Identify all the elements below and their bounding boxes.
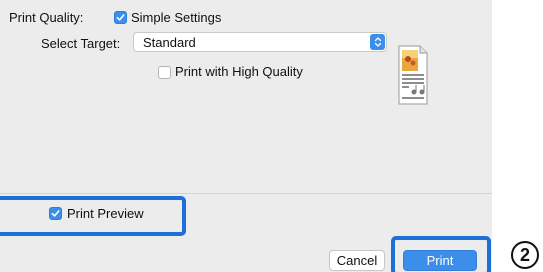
print-preview-highlight: [0, 196, 186, 236]
updown-chevron-icon[interactable]: [370, 34, 385, 50]
select-target-label: Select Target:: [41, 36, 121, 51]
high-quality-label[interactable]: Print with High Quality: [175, 64, 303, 79]
step-number-marker: 2: [511, 241, 539, 269]
print-button-highlight: [391, 236, 491, 272]
divider: [0, 193, 492, 194]
cancel-button[interactable]: Cancel: [329, 250, 385, 271]
simple-settings-checkbox[interactable]: [114, 11, 127, 24]
simple-settings-label[interactable]: Simple Settings: [131, 10, 221, 25]
checkmark-icon: [116, 14, 125, 21]
paper-preview-icon: [398, 45, 428, 105]
high-quality-checkbox[interactable]: [158, 66, 171, 79]
select-target-value: Standard: [143, 35, 196, 50]
print-quality-label: Print Quality:: [9, 10, 84, 25]
select-target-dropdown[interactable]: Standard: [133, 32, 387, 52]
